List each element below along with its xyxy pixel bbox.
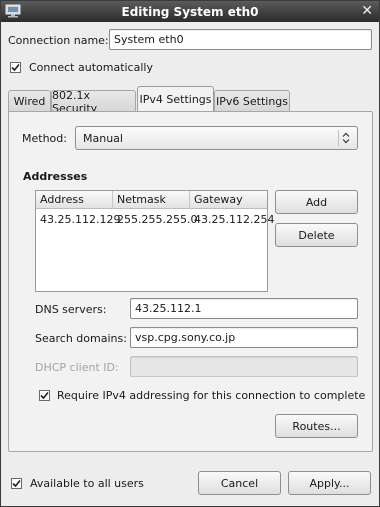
connection-name-input[interactable] [109,29,372,50]
delete-button[interactable]: Delete [275,223,358,247]
connect-automatically-label: Connect automatically [29,61,153,74]
row-address[interactable]: 43.25.112.129 [40,213,120,226]
apply-button[interactable]: Apply... [288,471,371,495]
editing-connection-dialog: Editing System eth0 ✕ Connection name: C… [0,0,380,507]
search-domains-input[interactable] [130,327,358,348]
tab-ipv4-settings[interactable]: IPv4 Settings [137,86,214,111]
add-button[interactable]: Add [275,190,358,214]
checkmark-icon [40,391,49,400]
dhcp-client-id-label: DHCP client ID: [35,361,119,374]
available-to-all-users-checkbox[interactable] [11,478,22,489]
combo-arrows-icon [338,130,353,146]
require-ipv4-label: Require IPv4 addressing for this connect… [57,389,366,402]
dns-servers-input[interactable] [130,298,358,319]
row-netmask[interactable]: 255.255.255.0 [117,213,197,226]
column-header-netmask[interactable]: Netmask [113,191,190,209]
title-bar: Editing System eth0 ✕ [1,1,379,22]
checkmark-icon [12,479,21,488]
table-row[interactable]: 43.25.112.129 255.255.255.0 43.25.112.25… [36,211,274,227]
tab-wired[interactable]: Wired [8,90,51,112]
column-header-gateway[interactable]: Gateway [190,191,267,209]
require-ipv4-checkbox[interactable] [39,390,50,401]
search-domains-label: Search domains: [35,332,127,345]
network-icon [5,4,21,18]
addresses-table: Address Netmask Gateway 43.25.112.129 25… [35,190,274,292]
routes-button[interactable]: Routes... [275,414,358,438]
addresses-heading: Addresses [23,170,88,183]
row-gateway[interactable]: 43.25.112.254 [194,213,274,226]
close-icon[interactable]: ✕ [361,2,373,20]
method-value: Manual [83,132,123,145]
window-title: Editing System eth0 [121,4,259,19]
cancel-button[interactable]: Cancel [198,471,281,495]
dns-servers-label: DNS servers: [35,303,107,316]
column-header-address[interactable]: Address [36,191,113,209]
ipv4-settings-panel: Method: Manual Addresses Address Netmask… [8,111,373,452]
method-select[interactable]: Manual [75,126,358,150]
checkmark-icon [11,63,20,72]
tab-8021x-security[interactable]: 802.1x Security [51,89,136,115]
connection-name-label: Connection name: [8,34,109,47]
connect-automatically-checkbox[interactable] [10,62,21,73]
method-label: Method: [22,132,67,145]
dhcp-client-id-input [130,356,358,377]
tab-ipv6-settings[interactable]: IPv6 Settings [214,90,290,112]
available-to-all-users-label: Available to all users [30,477,144,490]
